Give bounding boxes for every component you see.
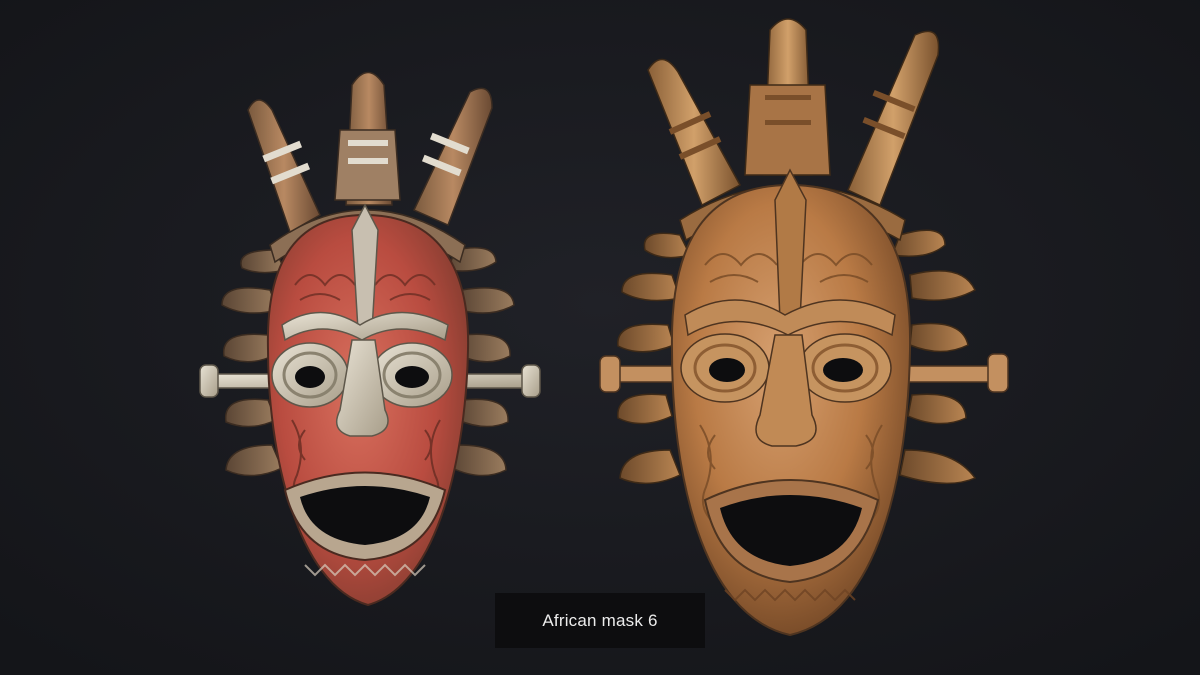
caption-box: African mask 6 (495, 593, 705, 648)
caption-text: African mask 6 (542, 610, 658, 630)
right-mask-nose-ridge (774, 168, 807, 321)
mask-render-scene (0, 0, 1200, 675)
background (0, 0, 1200, 675)
